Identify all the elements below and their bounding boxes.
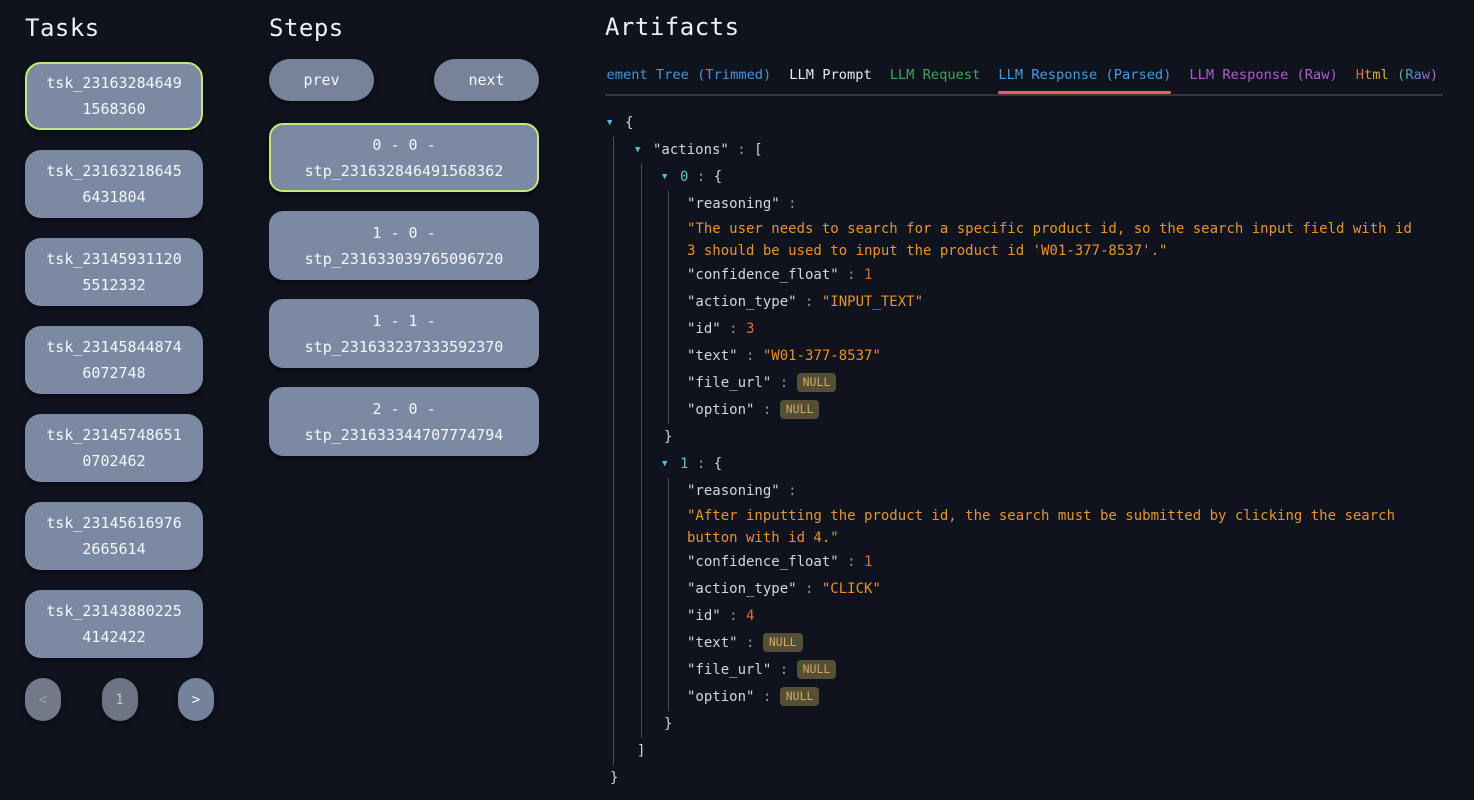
json-tree-row: ▼"actions" : [ <box>605 137 1443 164</box>
json-tree-row: ▼0 : { <box>605 164 1443 191</box>
json-tree-row: "file_url" : NULL <box>605 657 1443 684</box>
json-tree-row: "reasoning" : <box>605 191 1443 218</box>
indent-guide <box>668 478 669 711</box>
string-value: "After inputting the product id, the sea… <box>687 505 1422 549</box>
json-tree-row: } <box>605 424 1443 451</box>
step-item[interactable]: 1 - 1 - stp_231633237333592370 <box>269 299 539 368</box>
json-tree-row: "confidence_float" : 1 <box>605 262 1443 289</box>
json-tree-row: "id" : 3 <box>605 316 1443 343</box>
json-tree-row: "The user needs to search for a specific… <box>605 218 1443 262</box>
tab-element-tree-trimmed[interactable]: Element Tree (Trimmed) <box>605 65 771 94</box>
indent-guide <box>641 164 642 738</box>
tab-llm-prompt[interactable]: LLM Prompt <box>789 65 871 94</box>
tab-html-raw[interactable]: Html (Raw) <box>1356 65 1438 94</box>
prev-step-button[interactable]: prev <box>269 59 374 101</box>
json-tree-row: "action_type" : "INPUT_TEXT" <box>605 289 1443 316</box>
tasks-title: Tasks <box>25 14 203 42</box>
task-item[interactable]: tsk_231632186456431804 <box>25 150 203 218</box>
tab-llm-request[interactable]: LLM Request <box>890 65 981 94</box>
steps-nav: prev next <box>269 59 539 101</box>
json-tree-row: } <box>605 765 1443 792</box>
json-tree-row: ▼1 : { <box>605 451 1443 478</box>
next-step-button[interactable]: next <box>434 59 539 101</box>
json-tree-row: "text" : NULL <box>605 630 1443 657</box>
string-value: "The user needs to search for a specific… <box>687 218 1422 262</box>
task-item[interactable]: tsk_231458448746072748 <box>25 326 203 394</box>
tab-llm-response-parsed[interactable]: LLM Response (Parsed) <box>998 65 1171 94</box>
pagination-prev-button[interactable]: < <box>25 678 61 721</box>
json-tree-row: "confidence_float" : 1 <box>605 549 1443 576</box>
task-item[interactable]: tsk_231438802254142422 <box>25 590 203 658</box>
json-tree-row: "file_url" : NULL <box>605 370 1443 397</box>
null-badge: NULL <box>780 687 820 706</box>
task-item[interactable]: tsk_231459311205512332 <box>25 238 203 306</box>
artifacts-panel: Artifacts Element Tree (Trimmed) LLM Pro… <box>605 13 1443 792</box>
indent-guide <box>668 191 669 424</box>
collapse-arrow-icon[interactable]: ▼ <box>635 137 653 164</box>
json-tree-row: ▼{ <box>605 110 1443 137</box>
step-item[interactable]: 2 - 0 - stp_231633344707774794 <box>269 387 539 456</box>
json-tree-row: ] <box>605 738 1443 765</box>
null-badge: NULL <box>780 400 820 419</box>
json-tree-row: "option" : NULL <box>605 684 1443 711</box>
step-item[interactable]: 1 - 0 - stp_231633039765096720 <box>269 211 539 280</box>
task-item[interactable]: tsk_231456169762665614 <box>25 502 203 570</box>
pagination-next-button[interactable]: > <box>178 678 214 721</box>
null-badge: NULL <box>797 660 837 679</box>
json-tree-row: "action_type" : "CLICK" <box>605 576 1443 603</box>
null-badge: NULL <box>797 373 837 392</box>
steps-panel: Steps prev next 0 - 0 - stp_231632846491… <box>269 14 539 456</box>
indent-guide <box>613 137 614 765</box>
step-item[interactable]: 0 - 0 - stp_231632846491568362 <box>269 123 539 192</box>
task-item[interactable]: tsk_231632846491568360 <box>25 62 203 130</box>
json-tree-row: "id" : 4 <box>605 603 1443 630</box>
tasks-panel: Tasks tsk_231632846491568360 tsk_2316321… <box>25 14 203 721</box>
json-tree-row: "reasoning" : <box>605 478 1443 505</box>
json-tree-row: "option" : NULL <box>605 397 1443 424</box>
pagination-page-button[interactable]: 1 <box>102 678 138 721</box>
collapse-arrow-icon[interactable]: ▼ <box>607 110 625 137</box>
tasks-pagination: < 1 > <box>25 678 214 721</box>
collapse-arrow-icon[interactable]: ▼ <box>662 451 680 478</box>
artifacts-tab-bar: Element Tree (Trimmed) LLM Prompt LLM Re… <box>605 65 1443 96</box>
json-tree-row: "text" : "W01-377-8537" <box>605 343 1443 370</box>
steps-title: Steps <box>269 14 539 42</box>
json-tree-row: } <box>605 711 1443 738</box>
artifacts-title: Artifacts <box>605 13 1443 41</box>
collapse-arrow-icon[interactable]: ▼ <box>662 164 680 191</box>
null-badge: NULL <box>763 633 803 652</box>
task-item[interactable]: tsk_231457486510702462 <box>25 414 203 482</box>
json-tree-viewer: ▼{ ▼"actions" : [ ▼0 : { "reasoning" : "… <box>605 110 1443 792</box>
json-tree-row: "After inputting the product id, the sea… <box>605 505 1443 549</box>
tab-llm-response-raw[interactable]: LLM Response (Raw) <box>1189 65 1337 94</box>
